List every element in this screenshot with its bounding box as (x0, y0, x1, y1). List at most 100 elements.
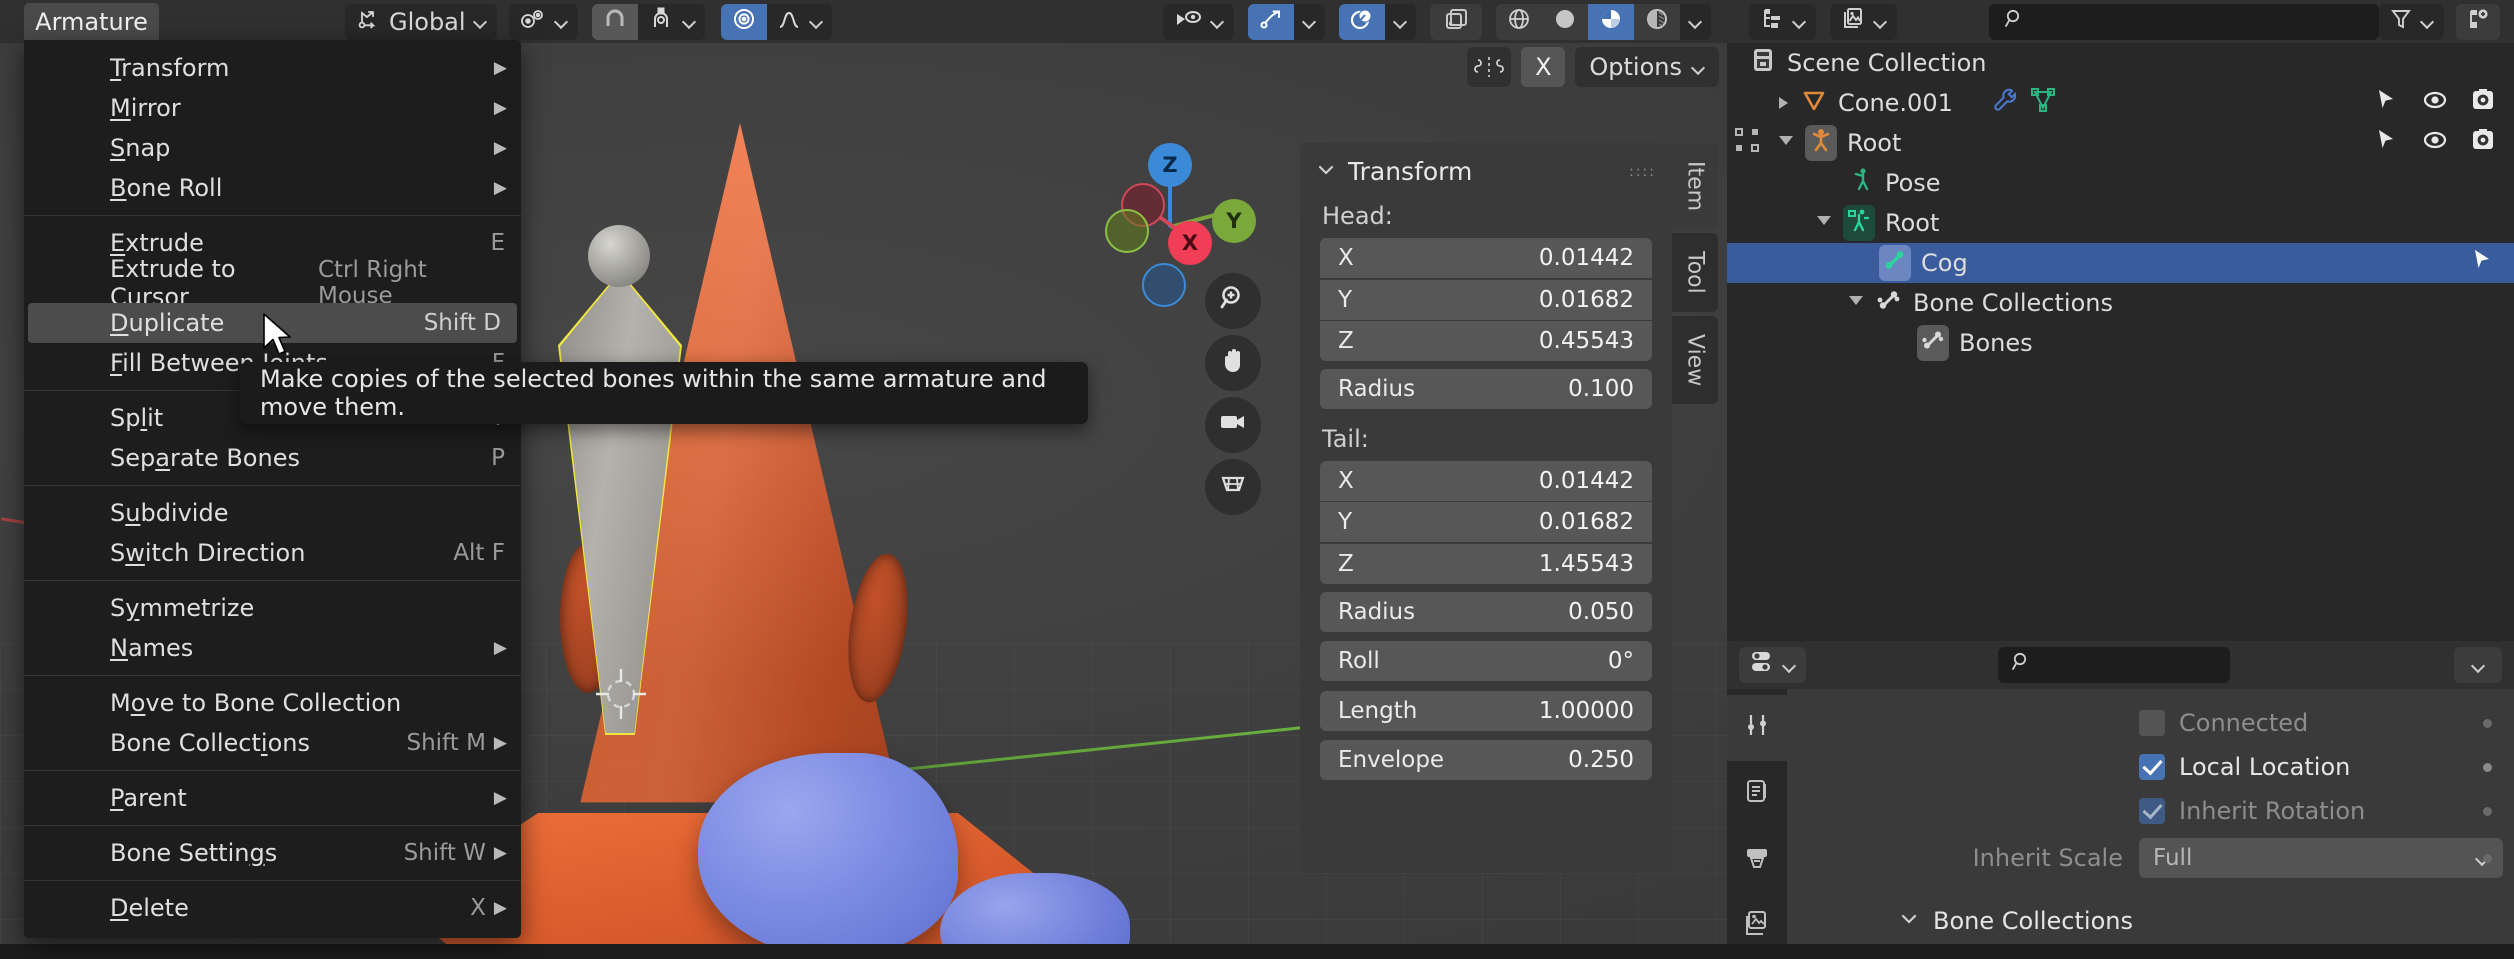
disable-render-camera-icon[interactable] (2470, 87, 2496, 119)
outliner-editor[interactable]: Scene Collection Cone.001 Root Pose Root… (1727, 43, 2514, 641)
bone-tail-ball[interactable] (588, 225, 650, 287)
outliner-row-bone-collections[interactable]: Bone Collections (1727, 283, 2514, 323)
properties-search-box[interactable] (1998, 647, 2316, 683)
properties-editor-type-dropdown[interactable] (1739, 647, 1806, 683)
tail-x-field[interactable]: X 0.01442 (1320, 460, 1652, 501)
connected-checkbox[interactable] (2139, 710, 2165, 736)
modifier-wrench-icon[interactable] (1991, 86, 2019, 120)
gizmo-axis-z-positive[interactable]: Z (1148, 143, 1192, 187)
camera-view-button[interactable] (1205, 397, 1261, 453)
tab-view[interactable]: View (1672, 315, 1718, 405)
tail-radius-field[interactable]: Radius 0.050 (1320, 591, 1652, 632)
tab-output-properties[interactable] (1727, 827, 1787, 893)
tab-view-layer-properties[interactable] (1727, 893, 1787, 959)
disclosure-triangle-open-icon[interactable] (1849, 295, 1863, 311)
menu-item-snap[interactable]: Snap ▶ (24, 128, 521, 168)
field-inherit-scale[interactable]: Inherit Scale Full (1787, 833, 2514, 883)
disclosure-triangle-closed-icon[interactable] (1779, 97, 1788, 109)
panel-bone-collections[interactable]: Bone Collections (1787, 899, 2514, 943)
head-radius-field[interactable]: Radius 0.100 (1320, 369, 1652, 409)
menu-item-parent[interactable]: Parent ▶ (24, 778, 521, 818)
properties-editor[interactable]: Connected Local Location Inherit Rotatio… (1727, 641, 2514, 944)
gizmo-dropdown[interactable] (1294, 3, 1325, 40)
transform-panel-header[interactable]: Transform :::: (1300, 143, 1672, 196)
outliner-row-bones[interactable]: Bones (1727, 323, 2514, 363)
outliner-row-root-object[interactable]: Root (1727, 123, 2514, 163)
disclosure-triangle-open-icon[interactable] (1817, 215, 1831, 231)
menu-item-separate-bones[interactable]: Separate Bones P (24, 438, 521, 478)
hide-eye-icon[interactable] (2422, 127, 2448, 159)
shading-rendered-button[interactable] (1634, 3, 1680, 40)
toggle-perspective-ortho-button[interactable] (1205, 459, 1261, 515)
new-collection-button[interactable] (2456, 3, 2500, 40)
head-y-field[interactable]: Y 0.01682 (1320, 279, 1652, 320)
field-connected[interactable]: Connected (1787, 701, 2514, 745)
outliner-row-cone[interactable]: Cone.001 (1727, 83, 2514, 123)
disable-render-camera-icon[interactable] (2470, 127, 2496, 159)
gizmo-axis-y-negative[interactable] (1105, 209, 1149, 253)
menu-item-mirror[interactable]: Mirror ▶ (24, 88, 521, 128)
mirror-x-toggle[interactable]: X (1521, 47, 1566, 87)
head-z-field[interactable]: Z 0.45543 (1320, 321, 1652, 361)
restrict-select-icon[interactable] (2374, 127, 2400, 159)
snap-target-dropdown[interactable] (637, 3, 705, 40)
shading-material-button[interactable] (1588, 3, 1634, 40)
inherit-scale-dropdown[interactable]: Full (2139, 838, 2503, 878)
viewport-options-dropdown[interactable]: Options (1575, 47, 1719, 87)
tab-tool-properties[interactable] (1727, 695, 1787, 761)
outliner-row-scene-collection[interactable]: Scene Collection (1727, 43, 2514, 83)
outliner-row-cog-bone[interactable]: Cog (1727, 243, 2514, 283)
pan-view-button[interactable] (1205, 335, 1261, 391)
gizmo-axis-z-negative[interactable] (1142, 263, 1186, 307)
outliner-row-root-armature-data[interactable]: Root (1727, 203, 2514, 243)
outliner-search-box[interactable] (1989, 3, 2379, 40)
menu-item-bone-settings[interactable]: Bone Settings Shift W ▶ (24, 833, 521, 873)
overlay-dropdown[interactable] (1385, 3, 1416, 40)
object-visibility-dropdown[interactable] (1163, 3, 1234, 40)
gizmo-axis-y-positive[interactable]: Y (1212, 199, 1256, 243)
length-field[interactable]: Length 1.00000 (1320, 690, 1652, 731)
show-gizmo-toggle[interactable] (1248, 3, 1294, 40)
outliner-search-input[interactable] (2035, 9, 2365, 34)
outliner-display-mode-dropdown[interactable] (1749, 3, 1816, 40)
panel-drag-grip[interactable]: :::: (1629, 164, 1656, 180)
menu-item-delete[interactable]: Delete X ▶ (24, 888, 521, 928)
local-location-checkbox[interactable] (2139, 754, 2165, 780)
properties-options-dropdown[interactable] (2454, 647, 2502, 683)
tab-render-properties[interactable] (1727, 761, 1787, 827)
menu-item-names[interactable]: Names ▶ (24, 628, 521, 668)
menu-item-subdivide[interactable]: Subdivide (24, 493, 521, 533)
zoom-view-button[interactable] (1205, 273, 1261, 329)
tab-item[interactable]: Item (1672, 143, 1718, 230)
shading-solid-button[interactable] (1542, 3, 1588, 40)
animate-property-dot[interactable] (2483, 762, 2492, 772)
menu-item-move-to-bone-collection[interactable]: Move to Bone Collection (24, 683, 521, 723)
gizmo-axis-x-positive[interactable]: X (1168, 221, 1212, 265)
transform-orientation-dropdown[interactable]: Global (345, 3, 497, 40)
armature-menu-button[interactable]: Armature (24, 3, 159, 40)
outliner-row-pose[interactable]: Pose (1727, 163, 2514, 203)
tail-z-field[interactable]: Z 1.45543 (1320, 543, 1652, 584)
mesh-data-icon[interactable] (2029, 86, 2057, 120)
hide-eye-icon[interactable] (2422, 87, 2448, 119)
outliner-filter-dropdown[interactable] (2379, 3, 2444, 40)
proportional-editing-toggle[interactable] (720, 3, 767, 40)
disclosure-triangle-open-icon[interactable] (1779, 135, 1793, 151)
properties-search-input[interactable] (2042, 652, 2316, 678)
shading-wireframe-button[interactable] (1496, 3, 1542, 40)
toggle-xray-button[interactable] (1430, 3, 1482, 40)
outliner-id-type-dropdown[interactable] (1830, 3, 1897, 40)
menu-item-bone-roll[interactable]: Bone Roll ▶ (24, 168, 521, 208)
pivot-point-dropdown[interactable] (508, 3, 578, 40)
field-local-location[interactable]: Local Location (1787, 745, 2514, 789)
envelope-field[interactable]: Envelope 0.250 (1320, 740, 1652, 780)
animate-property-dot[interactable] (2483, 806, 2492, 816)
animate-property-dot[interactable] (2483, 853, 2492, 863)
restrict-select-icon[interactable] (2374, 87, 2400, 119)
armature-mirror-icon[interactable] (1467, 47, 1512, 87)
animate-property-dot[interactable] (2483, 718, 2492, 728)
snap-magnet-toggle[interactable] (591, 3, 638, 40)
shading-dropdown[interactable] (1680, 3, 1711, 40)
tail-y-field[interactable]: Y 0.01682 (1320, 502, 1652, 542)
menu-item-bone-collections[interactable]: Bone Collections Shift M ▶ (24, 723, 521, 763)
